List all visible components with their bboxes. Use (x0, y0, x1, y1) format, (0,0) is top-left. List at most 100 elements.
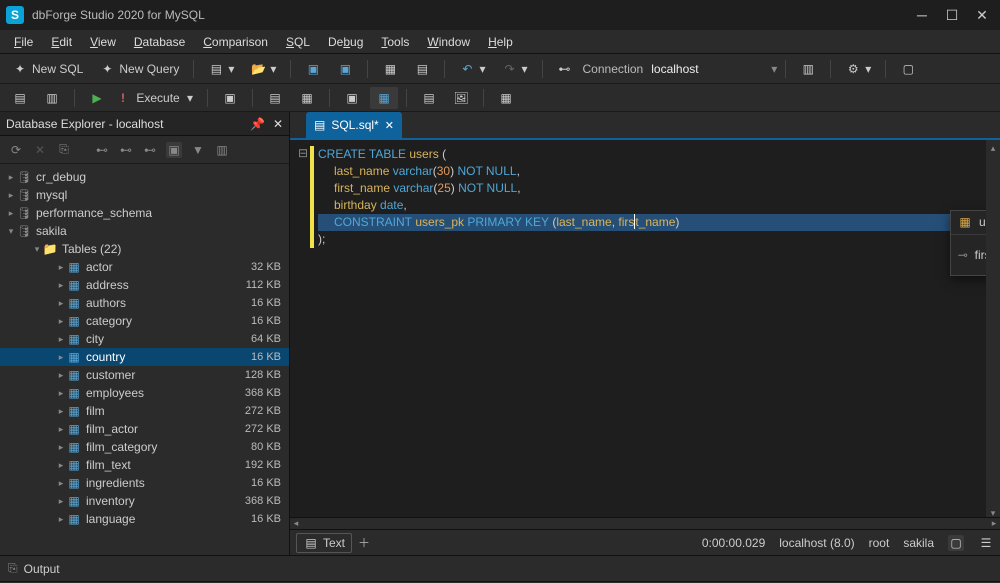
tb-btn-11[interactable]: ▢ (894, 58, 922, 80)
menu-window[interactable]: Window (419, 32, 478, 52)
table-node[interactable]: ▸▦address112 KB (0, 276, 289, 294)
delete-icon[interactable]: ✕ (32, 142, 48, 158)
new-query-button[interactable]: ✦New Query (93, 58, 185, 80)
tab-sql[interactable]: ▤ SQL.sql* ✕ (306, 112, 402, 138)
tb-connection-button[interactable]: ⊷ (551, 58, 579, 80)
window-icon[interactable]: ▣ (166, 142, 182, 158)
table-node[interactable]: ▸▦employees368 KB (0, 384, 289, 402)
tb-btn-e[interactable]: ▦ (293, 87, 321, 109)
tb-btn-5[interactable]: ▦ (376, 58, 404, 80)
tb-btn-2[interactable]: 📂▾ (244, 58, 282, 80)
table-node[interactable]: ▸▦film_text192 KB (0, 456, 289, 474)
table-node[interactable]: ▸▦customer128 KB (0, 366, 289, 384)
expand-icon[interactable]: ▸ (56, 478, 66, 489)
expand-icon[interactable]: ▸ (56, 496, 66, 507)
tree[interactable]: ▸🛢cr_debug▸🛢mysql▸🛢performance_schema▾🛢s… (0, 164, 289, 555)
minimize-button[interactable]: ─ (910, 5, 934, 25)
close-panel-icon[interactable]: ✕ (273, 117, 283, 131)
table-node[interactable]: ▸▦film_category80 KB (0, 438, 289, 456)
menu-help[interactable]: Help (480, 32, 521, 52)
new-sql-button[interactable]: ✦New SQL (6, 58, 89, 80)
tb-btn-f[interactable]: ▣ (338, 87, 366, 109)
expand-icon[interactable]: ▸ (56, 262, 66, 273)
tb-btn-h[interactable]: ▤ (415, 87, 443, 109)
table-node[interactable]: ▸▦film_actor272 KB (0, 420, 289, 438)
table-node[interactable]: ▸▦city64 KB (0, 330, 289, 348)
columns-icon[interactable]: ▥ (214, 142, 230, 158)
menu-comparison[interactable]: Comparison (195, 32, 276, 52)
tb-undo-button[interactable]: ↶▾ (453, 58, 491, 80)
table-node[interactable]: ▸▦actor32 KB (0, 258, 289, 276)
expand-icon[interactable]: ▸ (6, 190, 16, 201)
tb-redo-button[interactable]: ↷▾ (495, 58, 533, 80)
plug-icon[interactable]: ⊷ (118, 142, 134, 158)
expand-icon[interactable]: ▸ (56, 388, 66, 399)
expand-icon[interactable]: ▸ (56, 442, 66, 453)
tb-btn-a[interactable]: ▤ (6, 87, 34, 109)
text-tab-button[interactable]: ▤Text (296, 533, 352, 553)
tb-btn-1[interactable]: ▤▾ (202, 58, 240, 80)
db-node[interactable]: ▾🛢sakila (0, 222, 289, 240)
fold-icon[interactable]: ⊟ (298, 146, 310, 163)
menu-sql[interactable]: SQL (278, 32, 318, 52)
pin-icon[interactable]: 📌 (250, 117, 265, 131)
vertical-scrollbar[interactable]: ▴▾ (986, 140, 1000, 517)
monitor-icon[interactable]: ▢ (948, 535, 964, 551)
add-tab-button[interactable]: ＋ (358, 534, 370, 551)
maximize-button[interactable]: ☐ (940, 5, 964, 25)
expand-icon[interactable]: ▸ (56, 370, 66, 381)
expand-icon[interactable]: ▸ (56, 406, 66, 417)
db-node[interactable]: ▸🛢performance_schema (0, 204, 289, 222)
menu-tools[interactable]: Tools (373, 32, 417, 52)
horizontal-scrollbar[interactable]: ◂▸ (290, 517, 1000, 529)
db-node[interactable]: ▸🛢cr_debug (0, 168, 289, 186)
tb-btn-g[interactable]: ▦ (370, 87, 398, 109)
expand-icon[interactable]: ▸ (6, 172, 16, 183)
plug-icon[interactable]: ⊷ (94, 142, 110, 158)
connection-value[interactable]: localhost (647, 62, 767, 76)
expand-icon[interactable]: ▸ (56, 424, 66, 435)
plug-add-icon[interactable]: ⊷ (142, 142, 158, 158)
expand-icon[interactable]: ▸ (56, 352, 66, 363)
list-icon[interactable]: ☰ (978, 535, 994, 551)
expand-icon[interactable]: ▾ (6, 226, 16, 237)
tables-folder[interactable]: ▾📁Tables (22) (0, 240, 289, 258)
table-node[interactable]: ▸▦ingredients16 KB (0, 474, 289, 492)
tb-btn-c[interactable]: ▣ (216, 87, 244, 109)
tb-btn-d[interactable]: ▤ (261, 87, 289, 109)
table-node[interactable]: ▸▦authors16 KB (0, 294, 289, 312)
menu-database[interactable]: Database (126, 32, 193, 52)
table-node[interactable]: ▸▦film272 KB (0, 402, 289, 420)
table-node[interactable]: ▸▦country16 KB (0, 348, 289, 366)
code-editor[interactable]: ⊟CREATE TABLE users ( last_name varchar(… (290, 140, 1000, 517)
expand-icon[interactable]: ▾ (32, 244, 42, 255)
expand-icon[interactable]: ▸ (56, 316, 66, 327)
tb-btn-6[interactable]: ▤ (408, 58, 436, 80)
table-node[interactable]: ▸▦language16 KB (0, 510, 289, 528)
expand-icon[interactable]: ▸ (56, 280, 66, 291)
filter-icon[interactable]: ▼ (190, 142, 206, 158)
menu-file[interactable]: File (6, 32, 41, 52)
expand-icon[interactable]: ▸ (56, 298, 66, 309)
menu-view[interactable]: View (82, 32, 124, 52)
tb-btn-10[interactable]: ⚙▾ (839, 58, 877, 80)
menu-debug[interactable]: Debug (320, 32, 371, 52)
close-button[interactable]: ✕ (970, 5, 994, 25)
tb-btn-i[interactable]: 🖼 (447, 87, 475, 109)
tb-btn-b[interactable]: ▥ (38, 87, 66, 109)
tb-btn-9[interactable]: ▥ (794, 58, 822, 80)
expand-icon[interactable]: ▸ (56, 460, 66, 471)
expand-icon[interactable]: ▸ (56, 514, 66, 525)
table-node[interactable]: ▸▦inventory368 KB (0, 492, 289, 510)
refresh-icon[interactable]: ⟳ (8, 142, 24, 158)
execute-button[interactable]: ! Execute ▾ (115, 87, 199, 109)
tb-saveall-button[interactable]: ▣ (331, 58, 359, 80)
db-node[interactable]: ▸🛢mysql (0, 186, 289, 204)
tab-close-icon[interactable]: ✕ (385, 119, 394, 132)
expand-icon[interactable]: ▸ (6, 208, 16, 219)
output-panel-header[interactable]: ⎘ Output (0, 555, 1000, 581)
expand-icon[interactable]: ▸ (56, 334, 66, 345)
table-node[interactable]: ▸▦category16 KB (0, 312, 289, 330)
menu-edit[interactable]: Edit (43, 32, 80, 52)
copy-icon[interactable]: ⎘ (56, 142, 72, 158)
